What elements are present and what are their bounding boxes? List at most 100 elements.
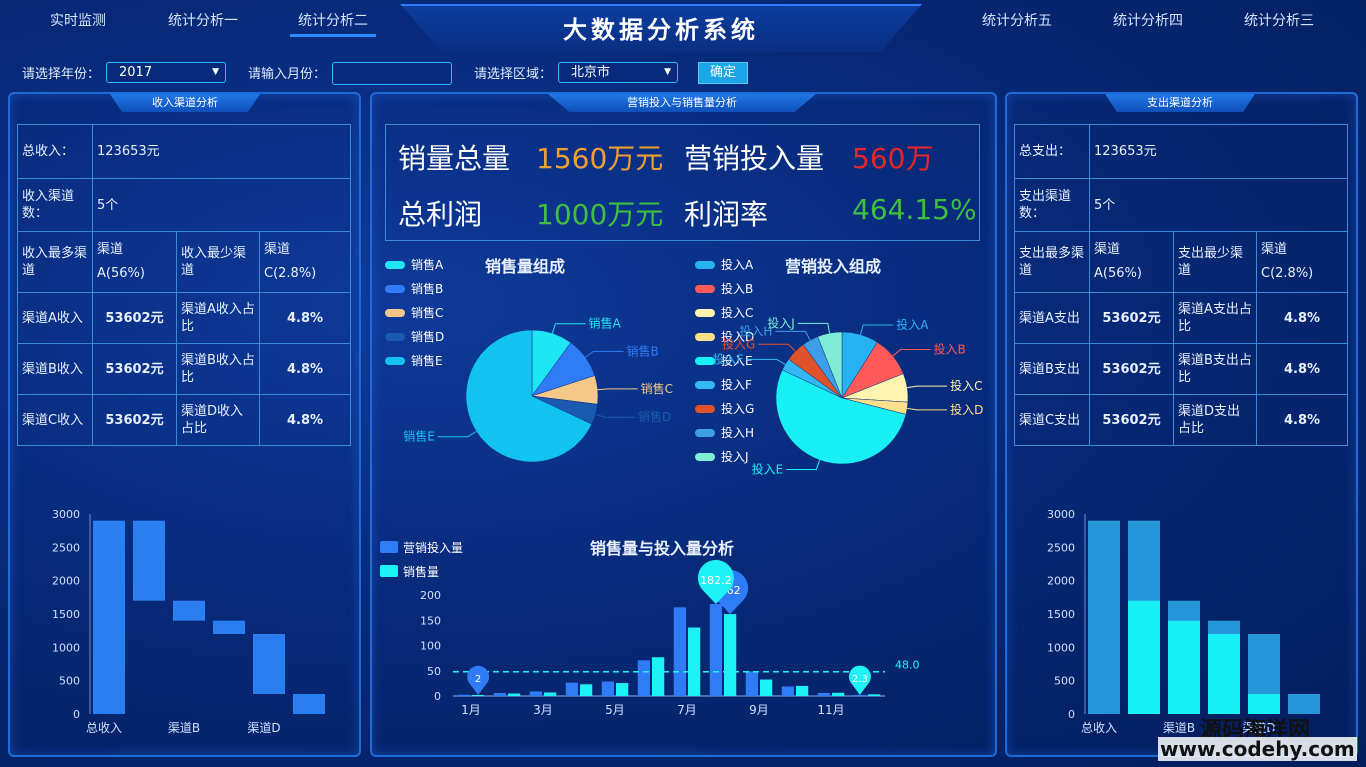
x-tick-label: 渠道B <box>168 721 200 735</box>
year-label: 请选择年份： <box>22 67 101 82</box>
x-tick-label: 11月 <box>817 703 844 717</box>
y-tick-label: 0 <box>434 690 441 703</box>
income-table: 总收入： 123653元 收入渠道数： 5个 收入最多渠道 渠道 A(56%) 收… <box>17 124 351 446</box>
year-select[interactable]: 2017 ▼ <box>106 62 226 83</box>
month-input[interactable] <box>332 62 452 85</box>
legend-swatch <box>695 261 715 269</box>
table-row: 渠道A支出 53602元 渠道A支出占比 4.8% <box>1014 292 1348 344</box>
legend-label: 投入H <box>721 425 754 440</box>
summary-box: 销量总量 1560万元 营销投入量 560万 总利润 1000万元 利润率 46… <box>385 124 980 241</box>
x-tick-label: 总收入 <box>86 721 122 735</box>
slice-label: 销售C <box>641 381 673 396</box>
bar <box>472 694 485 696</box>
total-expense-label: 总支出： <box>1014 124 1090 179</box>
month-label: 请输入月份： <box>248 67 327 82</box>
row-ratio-label: 渠道B支出占比 <box>1173 343 1257 395</box>
slice-label: 投入C <box>950 378 982 393</box>
bar <box>1248 694 1280 714</box>
bar <box>652 657 665 696</box>
bar <box>745 671 758 696</box>
row-label: 渠道C收入 <box>17 394 93 446</box>
nav-stats-4[interactable]: 统计分析四 <box>1113 10 1183 30</box>
legend-swatch <box>695 309 715 317</box>
year-value: 2017 <box>119 65 153 80</box>
row-label: 渠道C支出 <box>1014 394 1090 446</box>
rate-value: 464.15% <box>852 193 977 226</box>
legend-swatch <box>385 261 405 269</box>
legend-swatch <box>380 565 398 577</box>
chart-title: 销售量组成 <box>485 257 565 276</box>
nav-realtime[interactable]: 实时监测 <box>50 10 106 30</box>
income-channels-value: 5个 <box>92 178 351 232</box>
legend-swatch <box>385 333 405 341</box>
bar <box>529 691 542 696</box>
bar <box>832 692 845 696</box>
label-line <box>859 324 894 335</box>
bar <box>93 520 125 714</box>
pin-label: 2 <box>475 674 481 685</box>
nav-stats-1[interactable]: 统计分析一 <box>168 10 238 30</box>
slice-label: 投入F <box>713 351 744 366</box>
bar <box>133 520 165 601</box>
nav-stats-2[interactable]: 统计分析二 <box>290 10 376 37</box>
rate-label: 利润率 <box>684 198 769 231</box>
invest-value: 560万 <box>852 142 934 175</box>
left-panel-tab: 收入渠道分析 <box>110 94 260 112</box>
confirm-button[interactable]: 确定 <box>698 62 748 84</box>
table-row: 渠道C支出 53602元 渠道D支出占比 4.8% <box>1014 394 1348 446</box>
bar <box>616 683 629 696</box>
slice-label: 投入E <box>752 462 784 477</box>
bar <box>565 682 578 696</box>
x-tick-label: 7月 <box>677 703 697 717</box>
legend-label: 投入B <box>721 281 753 296</box>
legend-swatch <box>385 285 405 293</box>
nav-stats-3[interactable]: 统计分析三 <box>1244 10 1314 30</box>
legend-label: 营销投入量 <box>403 540 463 555</box>
y-tick-label: 2500 <box>52 541 80 554</box>
bar <box>781 686 794 696</box>
row-ratio-label: 渠道D收入占比 <box>176 394 260 446</box>
legend-label: 销售D <box>411 329 444 344</box>
row-ratio-value: 4.8% <box>1256 394 1348 446</box>
pin-label: 182.2 <box>700 574 732 587</box>
chart-title: 销售量与投入量分析 <box>590 539 734 558</box>
total-expense-value: 123653元 <box>1089 124 1348 179</box>
right-bar-chart: 050010001500200025003000总收入 渠道B 渠道D <box>1047 508 1320 735</box>
nav-stats-5[interactable]: 统计分析五 <box>982 10 1052 30</box>
legend-label: 投入F <box>721 377 752 392</box>
region-value: 北京市 <box>571 65 611 80</box>
row-value: 53602元 <box>1089 343 1174 395</box>
bar <box>853 694 866 696</box>
row-ratio-value: 4.8% <box>259 292 351 344</box>
max-expense-value: 渠道 A(56%) <box>1089 231 1174 293</box>
row-label: 渠道A支出 <box>1014 292 1090 344</box>
y-tick-label: 100 <box>420 640 441 653</box>
slice-label: 销售A <box>588 316 621 331</box>
y-tick-label: 500 <box>1054 675 1075 688</box>
slice-label: 销售D <box>638 409 671 424</box>
y-tick-label: 2000 <box>52 575 80 588</box>
legend-swatch <box>695 381 715 389</box>
label-line <box>595 413 635 418</box>
row-label: 渠道B收入 <box>17 343 93 395</box>
row-ratio-value: 4.8% <box>259 343 351 395</box>
legend-label: 投入G <box>721 401 754 416</box>
slice-label: 投入D <box>950 402 983 417</box>
min-income-value: 渠道 C(2.8%) <box>259 231 351 293</box>
expense-channels-value: 5个 <box>1089 178 1348 232</box>
expense-table: 总支出： 123653元 支出渠道数： 5个 支出最多渠道 渠道 A(56%) 支… <box>1014 124 1348 446</box>
table-row: 渠道A收入 53602元 渠道A收入占比 4.8% <box>17 292 351 344</box>
y-tick-label: 3000 <box>1047 508 1075 521</box>
y-tick-label: 50 <box>427 665 441 678</box>
max-income-label: 收入最多渠道 <box>17 231 93 293</box>
row-ratio-label: 渠道A收入占比 <box>176 292 260 344</box>
legend-swatch <box>695 333 715 341</box>
row-value: 53602元 <box>1089 394 1174 446</box>
legend-label: 销售C <box>411 305 443 320</box>
legend-label: 销售B <box>411 281 443 296</box>
legend-swatch <box>385 309 405 317</box>
label-line <box>907 407 948 411</box>
bar <box>508 693 521 696</box>
region-select[interactable]: 北京市 ▼ <box>558 62 678 83</box>
legend-swatch <box>695 429 715 437</box>
